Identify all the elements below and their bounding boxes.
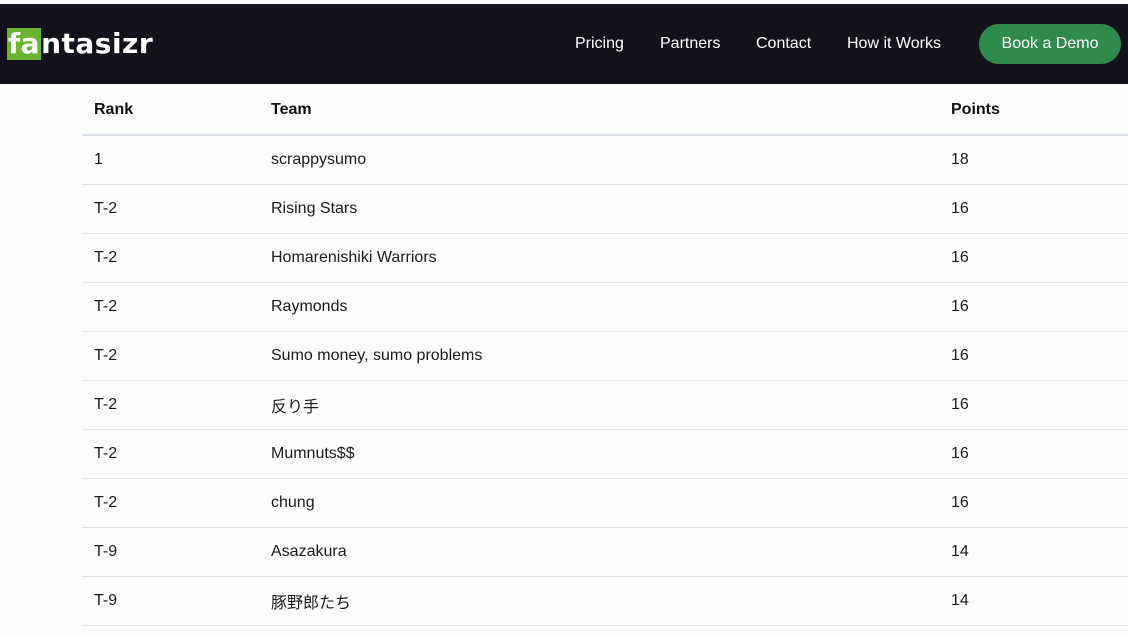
- cell-team[interactable]: Sumo money, sumo problems: [259, 331, 939, 381]
- column-header-points[interactable]: Points: [939, 85, 1128, 136]
- cell-rank: T-2: [82, 429, 259, 479]
- table-row[interactable]: T-2 chung 16: [82, 478, 1128, 528]
- table-row[interactable]: T-2 Sumo money, sumo problems 16: [82, 331, 1128, 381]
- cell-points: 16: [939, 233, 1128, 283]
- table-header-row: Rank Team Points: [82, 85, 1128, 136]
- cell-points: 16: [939, 282, 1128, 332]
- table-row[interactable]: T-2 Rising Stars 16: [82, 184, 1128, 234]
- table-row[interactable]: T-2 Homarenishiki Warriors 16: [82, 233, 1128, 283]
- table-row[interactable]: T-2 Mumnuts$$ 16: [82, 429, 1128, 479]
- table-body: 1 scrappysumo 18 T-2 Rising Stars 16 T-2 Homare…: [82, 135, 1128, 626]
- cell-rank: T-2: [82, 478, 259, 528]
- cell-rank: T-2: [82, 184, 259, 234]
- cell-rank: T-2: [82, 282, 259, 332]
- leaderboard-table-container: Rank Team Points 1 scrappysumo 18 T-2 Rising…: [82, 85, 1128, 626]
- cell-rank: T-9: [82, 576, 259, 626]
- cell-team[interactable]: scrappysumo: [259, 135, 939, 185]
- nav-link-pricing[interactable]: Pricing: [575, 34, 624, 54]
- cell-rank: T-9: [82, 527, 259, 577]
- table-row[interactable]: 1 scrappysumo 18: [82, 135, 1128, 185]
- cell-rank: T-2: [82, 331, 259, 381]
- cell-points: 16: [939, 380, 1128, 430]
- cell-rank: T-2: [82, 233, 259, 283]
- book-demo-button[interactable]: Book a Demo: [979, 24, 1121, 64]
- column-header-rank[interactable]: Rank: [82, 85, 259, 136]
- cell-team[interactable]: Mumnuts$$: [259, 429, 939, 479]
- table-row[interactable]: T-9 Asazakura 14: [82, 527, 1128, 577]
- cell-points: 16: [939, 331, 1128, 381]
- table-row[interactable]: T-2 Raymonds 16: [82, 282, 1128, 332]
- fantasizr-logo[interactable]: fa ntasizr: [7, 28, 153, 60]
- cell-points: 18: [939, 135, 1128, 185]
- cell-rank: T-2: [82, 380, 259, 430]
- table-row[interactable]: T-2 反り手 16: [82, 380, 1128, 430]
- leaderboard-table: Rank Team Points 1 scrappysumo 18 T-2 Rising…: [82, 85, 1128, 626]
- cell-points: 14: [939, 576, 1128, 626]
- navbar: fa ntasizr Pricing Partners Contact How i…: [0, 4, 1128, 84]
- nav-link-contact[interactable]: Contact: [756, 34, 811, 54]
- nav-link-partners[interactable]: Partners: [660, 34, 720, 54]
- cell-team[interactable]: Raymonds: [259, 282, 939, 332]
- nav-link-how-it-works[interactable]: How it Works: [847, 34, 941, 54]
- column-header-team[interactable]: Team: [259, 85, 939, 136]
- cell-team[interactable]: chung: [259, 478, 939, 528]
- cell-points: 16: [939, 184, 1128, 234]
- logo-text: ntasizr: [41, 27, 154, 60]
- cell-team[interactable]: Rising Stars: [259, 184, 939, 234]
- cell-points: 16: [939, 478, 1128, 528]
- logo-highlight: fa: [7, 27, 42, 60]
- cell-points: 16: [939, 429, 1128, 479]
- cell-rank: 1: [82, 135, 259, 185]
- cell-team[interactable]: 豚野郎たち: [259, 576, 939, 626]
- table-row[interactable]: T-9 豚野郎たち 14: [82, 576, 1128, 626]
- cell-team[interactable]: 反り手: [259, 380, 939, 430]
- cell-team[interactable]: Homarenishiki Warriors: [259, 233, 939, 283]
- cell-points: 14: [939, 527, 1128, 577]
- cell-team[interactable]: Asazakura: [259, 527, 939, 577]
